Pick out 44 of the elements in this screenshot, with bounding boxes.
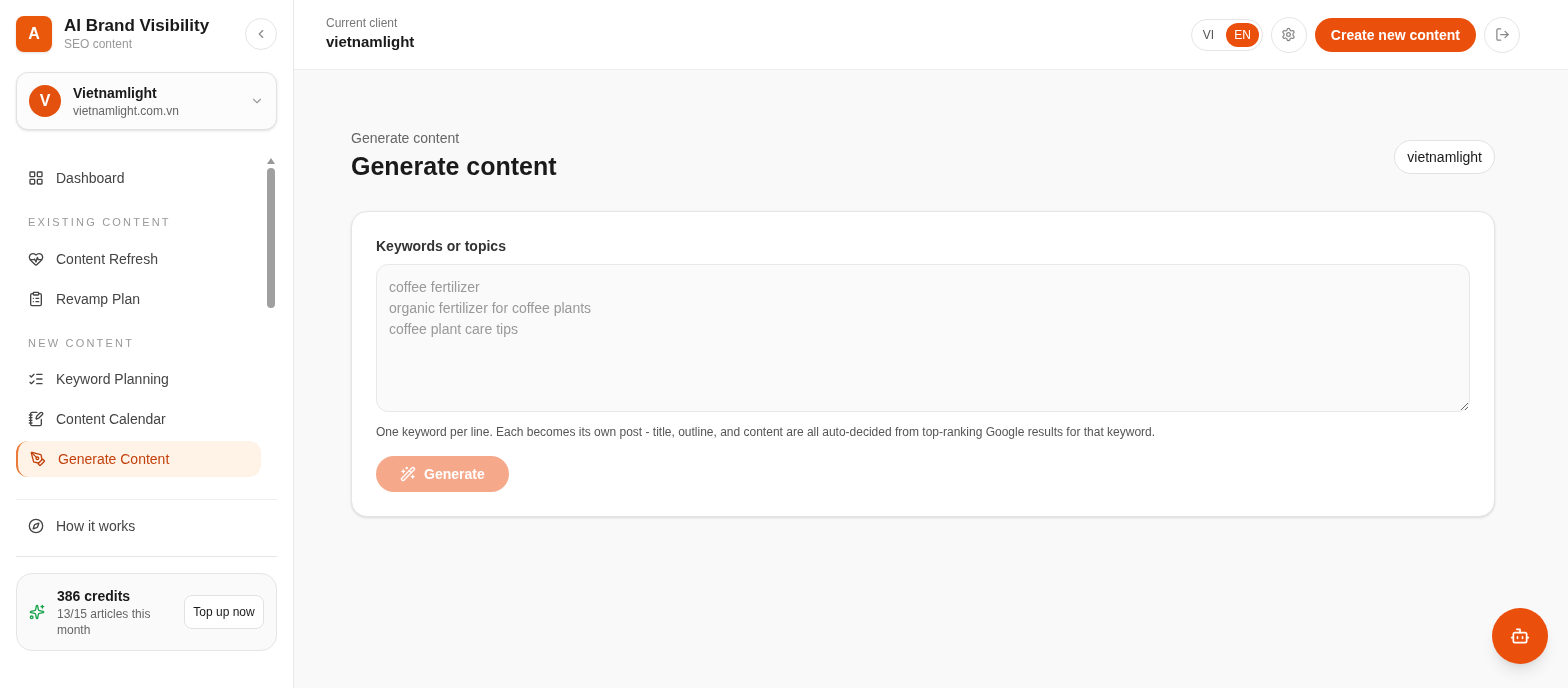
field-label: Keywords or topics — [376, 236, 507, 256]
nav-item[interactable]: Generate Content — [16, 441, 261, 477]
hint-text: One keyword per line. Each becomes its own post - title, outline, and content are all auto-decided from top-ranking Google results for that keyword. — [376, 423, 1157, 440]
client-avatar: V — [29, 85, 61, 117]
notebook-icon — [28, 411, 44, 427]
how-it-works-link[interactable]: How it works — [16, 516, 277, 536]
top-up-button[interactable]: Top up now — [184, 595, 264, 629]
grid-icon — [28, 170, 44, 186]
keywords-field[interactable]: coffee fertilizer organic fertilizer for coffee plants coffee plant care tips — [376, 263, 1470, 412]
brand-logo: A — [16, 16, 52, 52]
client-name: Vietnamlight — [73, 84, 158, 103]
nav-item[interactable]: Dashboard — [16, 160, 261, 196]
nav-item[interactable]: Content Refresh — [16, 240, 261, 277]
client-chip: vietnamlight — [1394, 139, 1495, 174]
nav-section-heading: NEW CONTENT — [27, 335, 136, 351]
scroll-up-arrow-icon[interactable] — [267, 158, 275, 164]
client-domain: vietnamlight.com.vn — [73, 103, 181, 119]
page-title: Generate content — [351, 151, 558, 182]
heart-pulse-icon — [28, 250, 44, 267]
nav-section-heading: EXISTING CONTENT — [27, 215, 172, 230]
pen-icon — [30, 451, 46, 467]
credits-subtitle: 13/15 articles this month — [57, 606, 152, 638]
language-option[interactable]: VI — [1194, 22, 1223, 47]
chat-bot-button[interactable] — [1492, 608, 1548, 664]
logout-icon — [1494, 27, 1510, 42]
language-option[interactable]: EN — [1226, 22, 1259, 47]
compass-icon — [28, 518, 44, 534]
nav-item[interactable]: Content Calendar — [16, 401, 261, 437]
nav-item[interactable]: Keyword Planning — [16, 361, 261, 397]
credits-title: 386 credits — [57, 587, 132, 606]
header-client: vietnamlight — [326, 32, 416, 53]
nav-item[interactable]: Revamp Plan — [16, 280, 261, 317]
breadcrumb: Generate content — [351, 129, 461, 148]
checklist-icon — [28, 371, 44, 387]
brand-title: AI Brand Visibility — [64, 16, 211, 36]
brand-subtitle: SEO content — [64, 36, 134, 52]
create-content-button[interactable]: Create new content — [1314, 17, 1476, 52]
robot-icon — [1510, 626, 1530, 646]
sparkles-icon — [29, 604, 45, 620]
magic-wand-icon — [400, 465, 416, 482]
clipboard-icon — [28, 290, 44, 307]
client-switcher[interactable]: V Vietnamlight vietnamlight.com.vn — [16, 72, 277, 130]
settings-icon — [1281, 27, 1297, 42]
header-caption: Current client — [326, 15, 399, 32]
